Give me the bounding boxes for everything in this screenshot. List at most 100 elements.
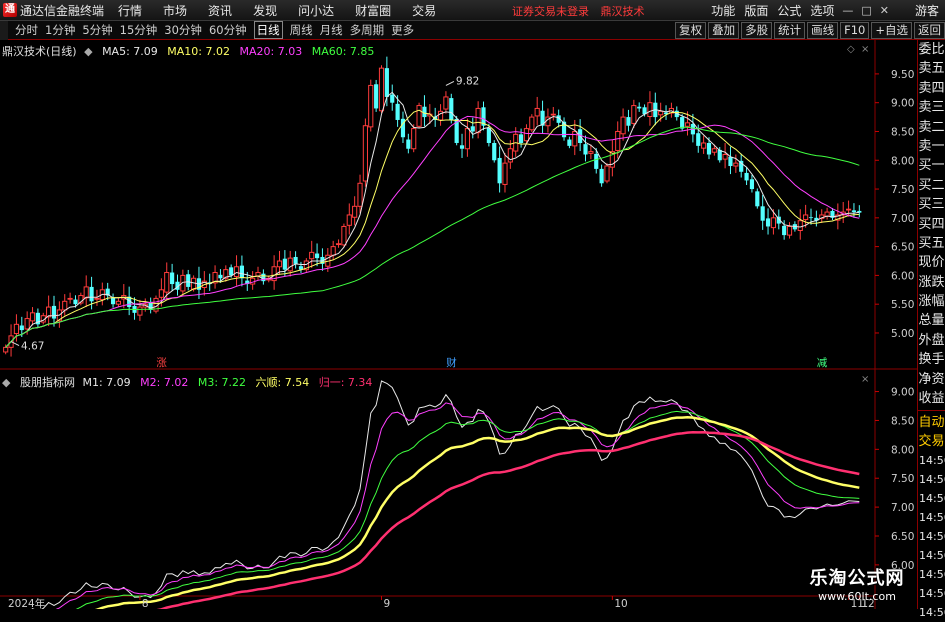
legend-dot-icon: ◆ xyxy=(84,45,93,58)
candle-body xyxy=(115,300,122,305)
kline-chart[interactable]: 5.00 5.50 6.00 6.50 7.00 7.50 8.00 8.50 9.00 9.50… xyxy=(0,40,917,609)
side-quote-item[interactable]: 买二 xyxy=(918,176,945,195)
side-quote-item[interactable]: 买一 xyxy=(918,156,945,175)
menu-caifuquan[interactable]: 财富圈 xyxy=(355,2,391,19)
minimize-icon[interactable]: — xyxy=(842,4,853,17)
period-weekly[interactable]: 周线 xyxy=(290,22,313,38)
menu-gongshi[interactable]: 公式 xyxy=(777,2,801,19)
candle-body xyxy=(588,151,594,154)
candle-body xyxy=(594,153,599,169)
menu-xuanxiang[interactable]: 选项 xyxy=(810,2,834,19)
candle-body xyxy=(73,299,78,305)
menu-shichang[interactable]: 市场 xyxy=(163,2,187,19)
side-quote-item[interactable]: 委比 xyxy=(918,40,945,59)
menu-gongneng[interactable]: 功能 xyxy=(711,2,735,19)
candle-body xyxy=(287,257,293,272)
period-1min[interactable]: 1分钟 xyxy=(45,22,75,38)
candle-body xyxy=(475,107,481,134)
candle-body xyxy=(464,128,470,150)
period-multi[interactable]: 多周期 xyxy=(350,22,385,38)
candle-body xyxy=(744,172,749,181)
pane-settings-icon: ◇ xyxy=(847,44,855,55)
side-quote-item[interactable]: 买三 xyxy=(918,195,945,214)
indicator-dot-icon: ◆ xyxy=(2,376,11,389)
menu-hangqing[interactable]: 行情 xyxy=(118,2,142,19)
side-quote-item[interactable]: 买四 xyxy=(918,215,945,234)
legend-ma5: MA5: 7.09 xyxy=(102,45,158,58)
candle-body xyxy=(534,107,540,117)
candle-body xyxy=(631,105,637,124)
side-quote-item[interactable]: 卖一 xyxy=(918,137,945,156)
tool-f10[interactable]: F10 xyxy=(840,22,870,39)
tool-huaxian[interactable]: 画线 xyxy=(807,22,839,39)
menu-jiaoyi[interactable]: 交易 xyxy=(412,2,436,19)
side-quote-item[interactable]: 总量 xyxy=(918,311,945,330)
tool-add-watchlist[interactable]: +自选 xyxy=(871,22,912,39)
side-auto[interactable]: 自动 xyxy=(918,413,945,432)
candle-body xyxy=(309,251,315,260)
candle-body xyxy=(647,102,653,118)
period-15min[interactable]: 15分钟 xyxy=(120,22,158,38)
candle-body xyxy=(760,206,765,221)
candle-body xyxy=(89,286,94,302)
chart-tools: 复权 叠加 多股 统计 画线 F10 +自选 返回 xyxy=(673,22,945,39)
period-5min[interactable]: 5分钟 xyxy=(82,22,112,38)
side-quote-item[interactable]: 涨幅 xyxy=(918,292,945,311)
side-quote-item[interactable]: 换手 xyxy=(918,350,945,369)
candle-body xyxy=(170,272,175,285)
side-quote-item[interactable]: 卖三 xyxy=(918,98,945,117)
tool-duogu[interactable]: 多股 xyxy=(741,22,773,39)
maximize-icon[interactable]: □ xyxy=(861,4,871,17)
side-quote-item[interactable]: 卖五 xyxy=(918,59,945,78)
side-quote-item[interactable]: 卖二 xyxy=(918,118,945,137)
menu-wenxiaoda[interactable]: 问小达 xyxy=(298,2,334,19)
side-quote-item[interactable]: 收益 xyxy=(918,389,945,408)
side-trade-time: 14:56 xyxy=(919,587,945,601)
side-quote-item[interactable]: 现价 xyxy=(918,253,945,272)
candle-body xyxy=(449,98,454,120)
candle-body xyxy=(851,210,857,213)
price-tick-label: 9.50 xyxy=(891,69,914,81)
candle-body xyxy=(567,139,572,146)
tool-tongji[interactable]: 统计 xyxy=(774,22,806,39)
side-trade[interactable]: 交易 xyxy=(918,432,945,451)
period-daily[interactable]: 日线 xyxy=(253,21,283,39)
menu-zixun[interactable]: 资讯 xyxy=(208,2,232,19)
right-menu: 功能 版面 公式 选项 — □ ✕ 游客 xyxy=(702,0,945,20)
side-quote-item[interactable]: 涨跌 xyxy=(918,273,945,292)
tool-fuquan[interactable]: 复权 xyxy=(675,22,707,39)
indicator-legend: ◆ 股朋指标网 M1: 7.09 M2: 7.02 M3: 7.22 六顺: 7… xyxy=(2,374,378,390)
candle-body xyxy=(335,243,342,246)
candle-body xyxy=(51,305,57,319)
candle-body xyxy=(786,225,793,236)
tool-diejia[interactable]: 叠加 xyxy=(708,22,740,39)
period-60min[interactable]: 60分钟 xyxy=(209,22,247,38)
candle-body xyxy=(492,142,497,161)
close-icon[interactable]: ✕ xyxy=(880,4,889,17)
period-30min[interactable]: 30分钟 xyxy=(164,22,202,38)
side-quote-item[interactable]: 卖四 xyxy=(918,79,945,98)
login-status[interactable]: 证券交易未登录 xyxy=(512,5,589,18)
menu-banmian[interactable]: 版面 xyxy=(744,2,768,19)
period-monthly[interactable]: 月线 xyxy=(320,22,343,38)
tool-back[interactable]: 返回 xyxy=(914,22,945,39)
candle-body xyxy=(62,300,68,311)
legend-m2: M2: 7.02 xyxy=(140,376,189,389)
price-tick-label: 5.00 xyxy=(891,328,914,340)
guest-button[interactable]: 游客 xyxy=(915,2,939,19)
price-tick-label: 8.50 xyxy=(891,126,914,138)
legend-guiyi: 归一: 7.34 xyxy=(318,376,373,389)
side-quote-item[interactable]: 买五 xyxy=(918,234,945,253)
side-quote-item[interactable]: 净资 xyxy=(918,370,945,389)
side-trade-time: 14:56 xyxy=(919,530,945,544)
period-more[interactable]: 更多 xyxy=(391,22,414,38)
side-quote-item[interactable]: 外盘 xyxy=(918,331,945,350)
candle-body xyxy=(158,289,164,298)
candle-body xyxy=(293,256,298,264)
period-fenshi[interactable]: 分时 xyxy=(15,22,38,38)
candle-body xyxy=(186,274,191,287)
time-tick-label: 8 xyxy=(142,598,149,609)
menu-faxian[interactable]: 发现 xyxy=(253,2,277,19)
side-trade-time: 14:56 xyxy=(919,606,945,620)
candle-body xyxy=(615,130,621,151)
